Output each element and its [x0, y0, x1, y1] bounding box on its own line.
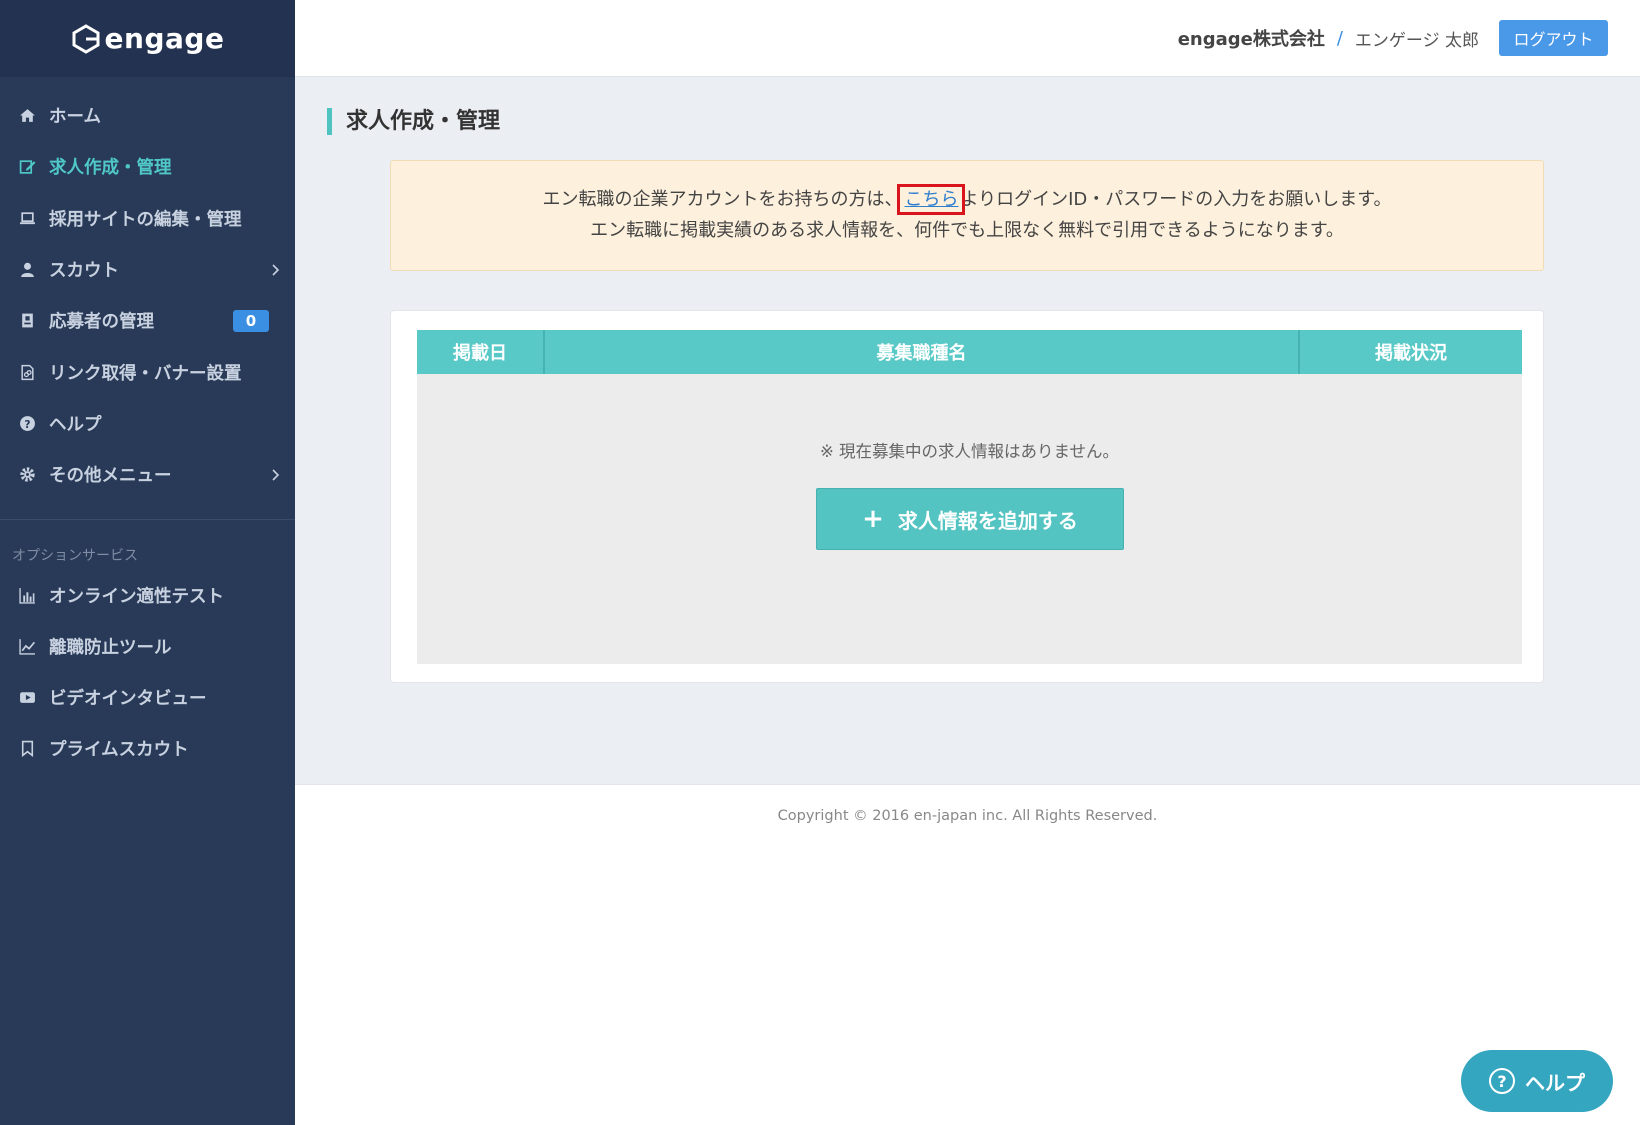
chevron-right-icon: [272, 263, 280, 276]
floating-help-button[interactable]: ? ヘルプ: [1461, 1050, 1613, 1112]
notice-line-1: エン転職の企業アカウントをお持ちの方は、 こちら よりログインID・パスワードの入力…: [542, 184, 1392, 215]
add-job-button[interactable]: + 求人情報を追加する: [816, 488, 1124, 550]
footer: Copyright © 2016 en-japan inc. All Right…: [295, 784, 1640, 1125]
user-icon: [18, 261, 36, 279]
sidebar-item-link-banner[interactable]: リンク取得・バナー設置: [0, 346, 295, 397]
sidebar-item-label: ビデオインタビュー: [49, 689, 207, 710]
sidebar-item-video-interview[interactable]: ビデオインタビュー: [0, 672, 295, 723]
company-name: engage株式会社: [1177, 29, 1325, 50]
question-circle-icon: ?: [1489, 1068, 1515, 1094]
sidebar-item-label: 離職防止ツール: [49, 637, 172, 658]
login-link[interactable]: こちら: [897, 184, 966, 215]
logout-button[interactable]: ログアウト: [1499, 20, 1608, 56]
user-name: エンゲージ 太郎: [1354, 30, 1479, 51]
gear-icon: [18, 466, 36, 484]
sidebar-item-label: 採用サイトの編集・管理: [49, 209, 242, 230]
file-link-icon: [18, 363, 36, 381]
sidebar-item-prime-scout[interactable]: プライムスカウト: [0, 723, 295, 774]
logo-text: engage: [104, 22, 225, 55]
top-header: engage株式会社 / エンゲージ 太郎 ログアウト: [295, 0, 1640, 77]
notice-line-2: エン転職に掲載実績のある求人情報を、何件でも上限なく無料で引用できるようになりま…: [590, 220, 1344, 241]
video-play-icon: [18, 689, 36, 707]
sidebar-item-label: スカウト: [49, 261, 119, 282]
edit-icon: [18, 158, 36, 176]
sidebar-item-aptitude-test[interactable]: オンライン適性テスト: [0, 569, 295, 620]
sidebar-item-scout[interactable]: スカウト: [0, 244, 295, 295]
table-header: 掲載日 募集職種名 掲載状況: [417, 330, 1522, 374]
sidebar: engage ホーム 求人作成・管理 採用サイトの編集・管理 スカウト 応募者の…: [0, 0, 295, 1125]
chevron-right-icon: [272, 469, 280, 481]
logo[interactable]: engage: [0, 0, 295, 77]
svg-text:?: ?: [24, 418, 30, 431]
column-header-job-title[interactable]: 募集職種名: [545, 330, 1300, 374]
header-separator: /: [1336, 27, 1343, 49]
sidebar-item-applicants[interactable]: 応募者の管理 0: [0, 295, 295, 346]
applicant-count-badge: 0: [233, 309, 269, 332]
notice-banner: エン転職の企業アカウントをお持ちの方は、 こちら よりログインID・パスワードの入力…: [390, 160, 1544, 271]
laptop-icon: [18, 209, 36, 227]
add-job-button-label: 求人情報を追加する: [897, 508, 1078, 533]
page-title: 求人作成・管理: [327, 108, 500, 135]
sidebar-item-label: ヘルプ: [49, 414, 102, 435]
table-body: ※ 現在募集中の求人情報はありません。 + 求人情報を追加する: [417, 374, 1522, 664]
line-chart-icon: [18, 637, 36, 655]
sidebar-item-label: リンク取得・バナー設置: [49, 363, 242, 384]
home-icon: [18, 107, 36, 125]
plus-icon: +: [862, 504, 884, 534]
sidebar-item-label: 求人作成・管理: [49, 158, 172, 179]
sidebar-item-retention-tool[interactable]: 離職防止ツール: [0, 621, 295, 672]
sidebar-item-label: プライムスカウト: [49, 740, 189, 761]
sidebar-item-home[interactable]: ホーム: [0, 90, 295, 141]
help-button-label: ヘルプ: [1525, 1070, 1585, 1095]
bookmark-icon: [18, 740, 36, 758]
bar-chart-icon: [18, 586, 36, 604]
column-header-post-date[interactable]: 掲載日: [417, 330, 545, 374]
option-services-label: オプションサービス: [12, 548, 138, 565]
sidebar-item-recruit-site[interactable]: 採用サイトの編集・管理: [0, 193, 295, 244]
sidebar-item-help[interactable]: ? ヘルプ: [0, 398, 295, 449]
main-content: 求人作成・管理 エン転職の企業アカウントをお持ちの方は、 こちら よりログインID・…: [295, 77, 1640, 784]
empty-message: ※ 現在募集中の求人情報はありません。: [819, 442, 1120, 461]
question-circle-icon: ?: [18, 414, 36, 432]
option-services-nav: オンライン適性テスト 離職防止ツール ビデオインタビュー プライムスカウト: [0, 567, 295, 774]
sidebar-item-other-menu[interactable]: その他メニュー: [0, 449, 295, 500]
copyright-text: Copyright © 2016 en-japan inc. All Right…: [777, 808, 1158, 824]
sidebar-item-job-management[interactable]: 求人作成・管理: [0, 141, 295, 192]
id-card-icon: [18, 312, 36, 330]
job-list-panel: 掲載日 募集職種名 掲載状況 ※ 現在募集中の求人情報はありません。 + 求人情…: [390, 310, 1544, 683]
sidebar-item-label: 応募者の管理: [49, 312, 154, 333]
sidebar-nav: ホーム 求人作成・管理 採用サイトの編集・管理 スカウト 応募者の管理 0 リン…: [0, 77, 295, 500]
sidebar-item-label: その他メニュー: [49, 466, 172, 487]
column-header-status[interactable]: 掲載状況: [1300, 330, 1522, 374]
sidebar-item-label: オンライン適性テスト: [49, 586, 224, 607]
engage-logo-icon: [72, 23, 100, 54]
sidebar-item-label: ホーム: [49, 107, 101, 128]
